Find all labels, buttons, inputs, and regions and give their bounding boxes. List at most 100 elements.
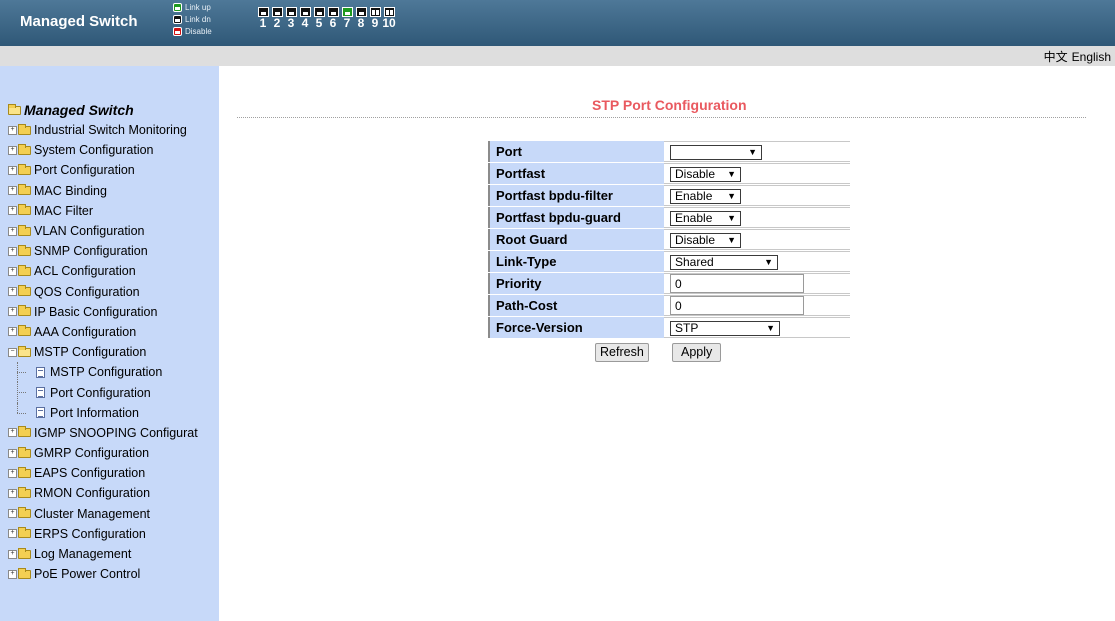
priority-label: Priority: [488, 273, 664, 294]
ethernet-port-icon: [327, 7, 339, 17]
form-row-priority: Priority: [488, 273, 850, 294]
force-version-select[interactable]: STP ▼: [670, 320, 780, 336]
sidebar-item-port-configuration[interactable]: + Port Configuration: [8, 160, 198, 180]
priority-input[interactable]: [670, 274, 804, 293]
sidebar-item-acl-configuration[interactable]: + ACL Configuration: [8, 261, 198, 281]
legend-disable: Disable: [173, 25, 212, 37]
tree-root[interactable]: Managed Switch: [8, 100, 198, 120]
sidebar-item-snmp-configuration[interactable]: + SNMP Configuration: [8, 241, 198, 261]
link-type-label: Link-Type: [488, 251, 664, 272]
sidebar-item-label: System Configuration: [34, 143, 154, 158]
link-type-cell: Shared ▼: [664, 251, 850, 272]
top-banner: Managed Switch Link up Link dn Disable 1…: [0, 0, 1115, 46]
sidebar-item-poe-power-control[interactable]: + PoE Power Control: [8, 564, 198, 584]
expand-icon[interactable]: +: [8, 509, 17, 519]
port-1[interactable]: 1: [256, 7, 270, 29]
sidebar-item-mstp-configuration[interactable]: − MSTP Configuration: [8, 342, 198, 362]
ethernet-port-icon: [355, 7, 367, 17]
document-icon: [36, 387, 45, 399]
sidebar-item-log-management[interactable]: + Log Management: [8, 544, 198, 564]
expand-icon[interactable]: +: [8, 448, 17, 458]
sidebar-item-mac-filter[interactable]: + MAC Filter: [8, 201, 198, 221]
expand-icon[interactable]: +: [8, 266, 17, 276]
sidebar-item-cluster-management[interactable]: + Cluster Management: [8, 504, 198, 524]
expand-icon[interactable]: +: [8, 529, 17, 539]
sidebar-item-gmrp-configuration[interactable]: + GMRP Configuration: [8, 443, 198, 463]
sidebar-item-igmp-snooping-configuration[interactable]: + IGMP SNOOPING Configurat: [8, 423, 198, 443]
lang-chinese-link[interactable]: 中文: [1044, 50, 1068, 64]
folder-icon: [18, 123, 31, 135]
expand-icon[interactable]: +: [8, 186, 17, 196]
collapse-icon[interactable]: −: [8, 347, 17, 357]
expand-icon[interactable]: +: [8, 206, 17, 216]
sidebar-item-aaa-configuration[interactable]: + AAA Configuration: [8, 322, 198, 342]
folder-open-icon: [8, 103, 21, 115]
language-switch: 中文 English: [1040, 48, 1111, 65]
tree-line: [17, 372, 26, 374]
expand-icon[interactable]: +: [8, 226, 17, 236]
port-7[interactable]: 7: [340, 7, 354, 29]
port-4[interactable]: 4: [298, 7, 312, 29]
port-2[interactable]: 2: [270, 7, 284, 29]
folder-icon: [18, 547, 31, 559]
port-3[interactable]: 3: [284, 7, 298, 29]
sidebar-item-ip-basic-configuration[interactable]: + IP Basic Configuration: [8, 302, 198, 322]
expand-icon[interactable]: +: [8, 145, 17, 155]
sidebar-item-erps-configuration[interactable]: + ERPS Configuration: [8, 524, 198, 544]
sidebar-item-label: ERPS Configuration: [34, 526, 146, 541]
port-5[interactable]: 5: [312, 7, 326, 29]
sidebar-item-rmon-configuration[interactable]: + RMON Configuration: [8, 483, 198, 503]
language-bar: 中文 English: [0, 46, 1115, 66]
bpdu-guard-select[interactable]: Enable ▼: [670, 210, 741, 226]
expand-icon[interactable]: +: [8, 165, 17, 175]
sidebar-item-qos-configuration[interactable]: + QOS Configuration: [8, 282, 198, 302]
refresh-button[interactable]: Refresh: [595, 343, 649, 362]
sidebar-subitem-port-configuration[interactable]: Port Configuration: [8, 382, 198, 403]
sidebar-item-industrial-switch-monitoring[interactable]: + Industrial Switch Monitoring: [8, 120, 198, 140]
expand-icon[interactable]: +: [8, 428, 17, 438]
tree-line: [17, 412, 26, 414]
portfast-label: Portfast: [488, 163, 664, 184]
apply-button[interactable]: Apply: [672, 343, 722, 362]
folder-icon: [18, 244, 31, 256]
expand-icon[interactable]: +: [8, 468, 17, 478]
legend-link-down-label: Link dn: [185, 14, 211, 24]
path-cost-label: Path-Cost: [488, 295, 664, 316]
port-9[interactable]: 9: [368, 7, 382, 29]
port-legend: Link up Link dn Disable: [173, 1, 212, 37]
bpdu-guard-select-value: Enable: [675, 211, 713, 226]
tree-root-label: Managed Switch: [24, 102, 134, 118]
root-guard-select[interactable]: Disable ▼: [670, 232, 741, 248]
portfast-select[interactable]: Disable ▼: [670, 166, 741, 182]
expand-icon[interactable]: +: [8, 327, 17, 337]
force-version-cell: STP ▼: [664, 317, 850, 338]
port-number: 8: [357, 16, 365, 30]
port-select[interactable]: ▼: [670, 144, 762, 160]
port-6[interactable]: 6: [326, 7, 340, 29]
sidebar-subitem-mstp-configuration[interactable]: MSTP Configuration: [8, 362, 198, 383]
sidebar-item-mac-binding[interactable]: + MAC Binding: [8, 181, 198, 201]
expand-icon[interactable]: +: [8, 287, 17, 297]
form-row-port: Port ▼: [488, 141, 850, 162]
sidebar-subitem-port-information[interactable]: Port Information: [8, 402, 198, 423]
expand-icon[interactable]: +: [8, 246, 17, 256]
tree-line: [17, 402, 19, 413]
sidebar-item-eaps-configuration[interactable]: + EAPS Configuration: [8, 463, 198, 483]
ethernet-port-icon: [257, 7, 269, 17]
path-cost-input[interactable]: [670, 296, 804, 315]
lang-english-link[interactable]: English: [1072, 50, 1111, 64]
sidebar-item-system-configuration[interactable]: + System Configuration: [8, 140, 198, 160]
link-type-select[interactable]: Shared ▼: [670, 254, 778, 270]
expand-icon[interactable]: +: [8, 125, 17, 135]
sidebar-item-vlan-configuration[interactable]: + VLAN Configuration: [8, 221, 198, 241]
expand-icon[interactable]: +: [8, 549, 17, 559]
expand-icon[interactable]: +: [8, 569, 17, 579]
port-8[interactable]: 8: [354, 7, 368, 29]
expand-icon[interactable]: +: [8, 488, 17, 498]
expand-icon[interactable]: +: [8, 307, 17, 317]
ethernet-port-up-icon: [341, 7, 353, 17]
bpdu-filter-select[interactable]: Enable ▼: [670, 188, 741, 204]
sidebar-item-label: Log Management: [34, 547, 132, 562]
dropdown-arrow-icon: ▼: [748, 147, 757, 158]
port-10[interactable]: 10: [382, 7, 396, 29]
